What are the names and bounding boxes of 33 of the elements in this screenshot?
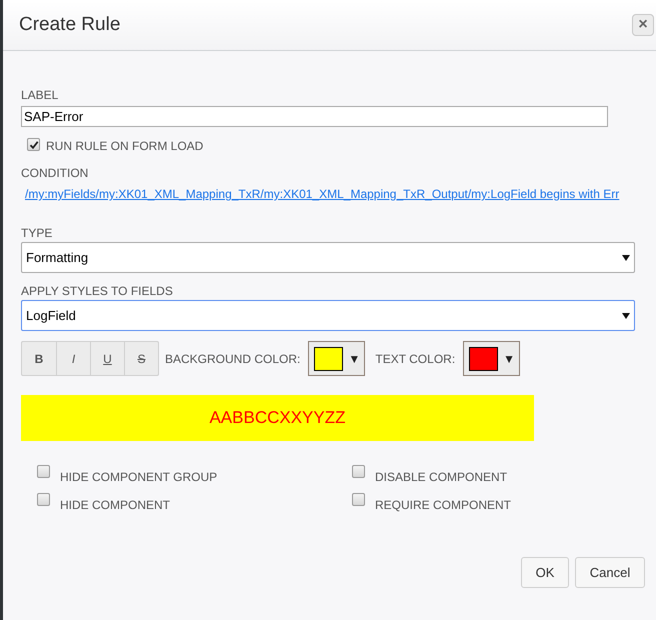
field-label: CONDITION xyxy=(21,167,90,179)
label-input-field[interactable]: SAP-Error xyxy=(21,106,608,127)
bold-button[interactable]: B xyxy=(22,342,56,375)
italic-button[interactable]: I xyxy=(56,342,90,375)
background-color-picker[interactable]: ▼ xyxy=(308,341,366,376)
checkbox-label: REQUIRE COMPONENT xyxy=(375,499,512,511)
cancel-button[interactable]: Cancel xyxy=(575,557,645,588)
field-label: APPLY STYLES TO FIELDS xyxy=(21,285,174,297)
style-preview: AABBCCXXYYZZ xyxy=(21,395,534,441)
strike-button[interactable]: S xyxy=(124,342,158,375)
dialog-title: Create Rule xyxy=(19,12,120,37)
checkbox[interactable] xyxy=(352,465,365,478)
checkbox-label: HIDE COMPONENT GROUP xyxy=(60,471,218,483)
text-color-picker[interactable]: ▼ xyxy=(463,341,520,376)
field-label: LABEL xyxy=(21,89,60,101)
underline-button[interactable]: U xyxy=(90,342,124,375)
checkbox[interactable] xyxy=(27,138,40,151)
ok-button[interactable]: OK xyxy=(521,557,569,588)
close-button[interactable]: × xyxy=(632,14,654,36)
checkbox[interactable] xyxy=(37,465,50,478)
checkbox-label: HIDE COMPONENT xyxy=(60,499,170,511)
checkbox-label: RUN RULE ON FORM LOAD xyxy=(46,140,204,152)
field-label: TEXT COLOR: xyxy=(375,350,456,368)
condition-link[interactable]: /my:myFields/my:XK01_XML_Mapping_TxR/my:XK01_XML_Mapping_TxR_Output/my:LogField begins with Err xyxy=(25,186,625,203)
checkbox-label: DISABLE COMPONENT xyxy=(375,471,508,483)
caret-icon xyxy=(622,312,630,318)
dropdown-field[interactable]: LogField xyxy=(21,300,635,331)
checkbox[interactable] xyxy=(352,493,365,506)
caret-icon xyxy=(622,254,630,260)
field-label: BACKGROUND COLOR: xyxy=(165,350,300,368)
dropdown-field[interactable]: Formatting xyxy=(21,242,635,273)
checkbox[interactable] xyxy=(37,493,50,506)
field-label: TYPE xyxy=(21,227,54,239)
